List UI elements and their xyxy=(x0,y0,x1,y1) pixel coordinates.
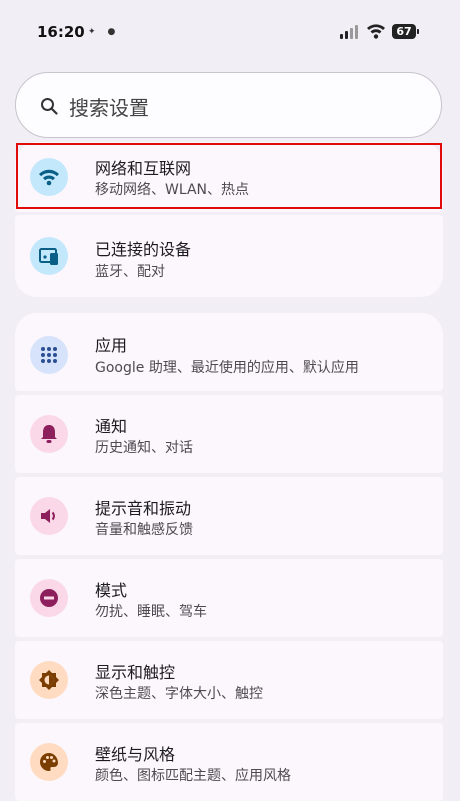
item-title: 模式 xyxy=(95,581,128,600)
battery-icon: 67 xyxy=(392,24,419,39)
settings-item-notifications[interactable]: 通知 历史通知、对话 xyxy=(15,395,443,473)
selection-highlight xyxy=(16,143,442,209)
item-subtitle: 历史通知、对话 xyxy=(95,440,193,456)
volume-icon xyxy=(30,497,68,535)
dnd-mode-icon xyxy=(30,579,68,617)
settings-item-wallpaper[interactable]: 壁纸与风格 颜色、图标匹配主题、应用风格 xyxy=(15,723,443,801)
settings-item-connected-devices[interactable]: 已连接的设备 蓝牙、配对 xyxy=(15,215,443,297)
item-title: 应用 xyxy=(95,336,128,355)
item-subtitle: 勿扰、睡眠、驾车 xyxy=(95,604,207,620)
apps-grid-icon xyxy=(30,336,68,374)
wifi-status-icon xyxy=(367,24,385,39)
item-subtitle: 深色主题、字体大小、触控 xyxy=(95,686,263,702)
settings-item-sound[interactable]: 提示音和振动 音量和触感反馈 xyxy=(15,477,443,555)
item-title: 壁纸与风格 xyxy=(95,745,176,764)
connected-devices-icon xyxy=(30,237,68,275)
search-icon xyxy=(41,98,58,115)
item-subtitle: 蓝牙、配对 xyxy=(95,264,165,280)
palette-icon xyxy=(30,743,68,781)
settings-item-display[interactable]: 显示和触控 深色主题、字体大小、触控 xyxy=(15,641,443,719)
cell-signal-icon xyxy=(340,24,360,39)
item-title: 已连接的设备 xyxy=(95,240,192,259)
item-title: 显示和触控 xyxy=(95,663,176,682)
search-bar[interactable]: 搜索设置 xyxy=(15,72,442,138)
item-subtitle: 音量和触感反馈 xyxy=(95,522,193,538)
search-placeholder: 搜索设置 xyxy=(69,96,149,120)
item-subtitle: 颜色、图标匹配主题、应用风格 xyxy=(95,768,291,784)
settings-item-apps[interactable]: 应用 Google 助理、最近使用的应用、默认应用 xyxy=(15,313,443,391)
notification-icons: ✦● xyxy=(88,27,128,37)
status-time: 16:20 xyxy=(37,23,85,41)
settings-item-modes[interactable]: 模式 勿扰、睡眠、驾车 xyxy=(15,559,443,637)
item-subtitle: Google 助理、最近使用的应用、默认应用 xyxy=(95,360,359,376)
item-title: 提示音和振动 xyxy=(95,499,192,518)
status-bar: 16:20 ✦● 67 xyxy=(0,0,460,64)
brightness-icon xyxy=(30,661,68,699)
item-title: 通知 xyxy=(95,417,128,436)
bell-icon xyxy=(30,415,68,453)
